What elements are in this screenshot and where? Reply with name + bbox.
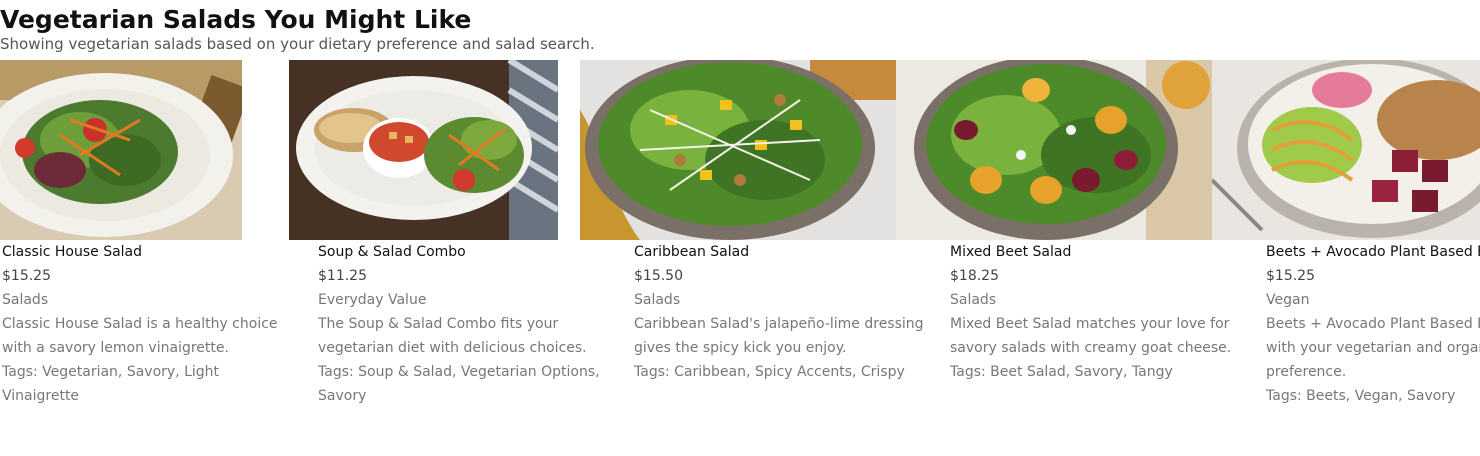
card-tags: Tags: Vegetarian, Savory, Light — [2, 364, 220, 380]
card-name[interactable]: Mixed Beet Salad — [950, 240, 1231, 264]
card-price: $15.25 — [2, 268, 51, 284]
beets-avocado-bowl-photo[interactable] — [1212, 60, 1480, 240]
card-description: preference. — [1266, 364, 1347, 380]
card-description: Classic House Salad is a healthy choice — [2, 316, 278, 332]
card-price: $15.50 — [634, 268, 683, 284]
card-description: gives the spicy kick you enjoy. — [634, 340, 847, 356]
card-name[interactable]: Beets + Avocado Plant Based Bowl — [1266, 240, 1480, 264]
card-description: Beets + Avocado Plant Based Bowl pairs — [1266, 316, 1480, 332]
mixed-beet-salad-photo[interactable] — [896, 60, 1212, 240]
card-tags: Tags: Beet Salad, Savory, Tangy — [950, 364, 1173, 380]
card-tags: Savory — [318, 388, 367, 404]
card-name[interactable]: Classic House Salad — [2, 240, 278, 264]
card-category: Salads — [950, 292, 997, 308]
card-price: $11.25 — [318, 268, 367, 284]
soup-salad-combo-photo[interactable] — [289, 60, 558, 240]
card-tags: Tags: Caribbean, Spicy Accents, Crispy — [634, 364, 905, 380]
card-category: Salads — [2, 292, 49, 308]
card-tags: Tags: Beets, Vegan, Savory — [1266, 388, 1456, 404]
card-category: Salads — [634, 292, 681, 308]
card-description: with your vegetarian and organic — [1266, 340, 1480, 356]
card-description: The Soup & Salad Combo fits your — [318, 316, 559, 332]
card-description: savory salads with creamy goat cheese. — [950, 340, 1232, 356]
card-description: with a savory lemon vinaigrette. — [2, 340, 229, 356]
card-name[interactable]: Soup & Salad Combo — [318, 240, 600, 264]
card-price: $18.25 — [950, 268, 999, 284]
page: Vegetarian Salads You Might Like Showing… — [0, 0, 1480, 456]
card-name[interactable]: Caribbean Salad — [634, 240, 924, 264]
page-title: Vegetarian Salads You Might Like — [0, 5, 472, 34]
card-tags: Vinaigrette — [2, 388, 80, 404]
card-description: Mixed Beet Salad matches your love for — [950, 316, 1230, 332]
card-category: Vegan — [1266, 292, 1310, 308]
card-description: Caribbean Salad's jalapeño-lime dressing — [634, 316, 924, 332]
page-subtitle: Showing vegetarian salads based on your … — [0, 35, 595, 53]
card-price: $15.25 — [1266, 268, 1315, 284]
classic-house-salad-photo[interactable] — [0, 60, 242, 240]
card-description: vegetarian diet with delicious choices. — [318, 340, 587, 356]
caribbean-salad-photo[interactable] — [580, 60, 896, 240]
product-card-beets-avocado-bowl[interactable]: Beets + Avocado Plant Based Bowl $15.25 … — [1212, 60, 1480, 456]
card-category: Everyday Value — [318, 292, 427, 308]
card-tags: Tags: Soup & Salad, Vegetarian Options, — [318, 364, 600, 380]
